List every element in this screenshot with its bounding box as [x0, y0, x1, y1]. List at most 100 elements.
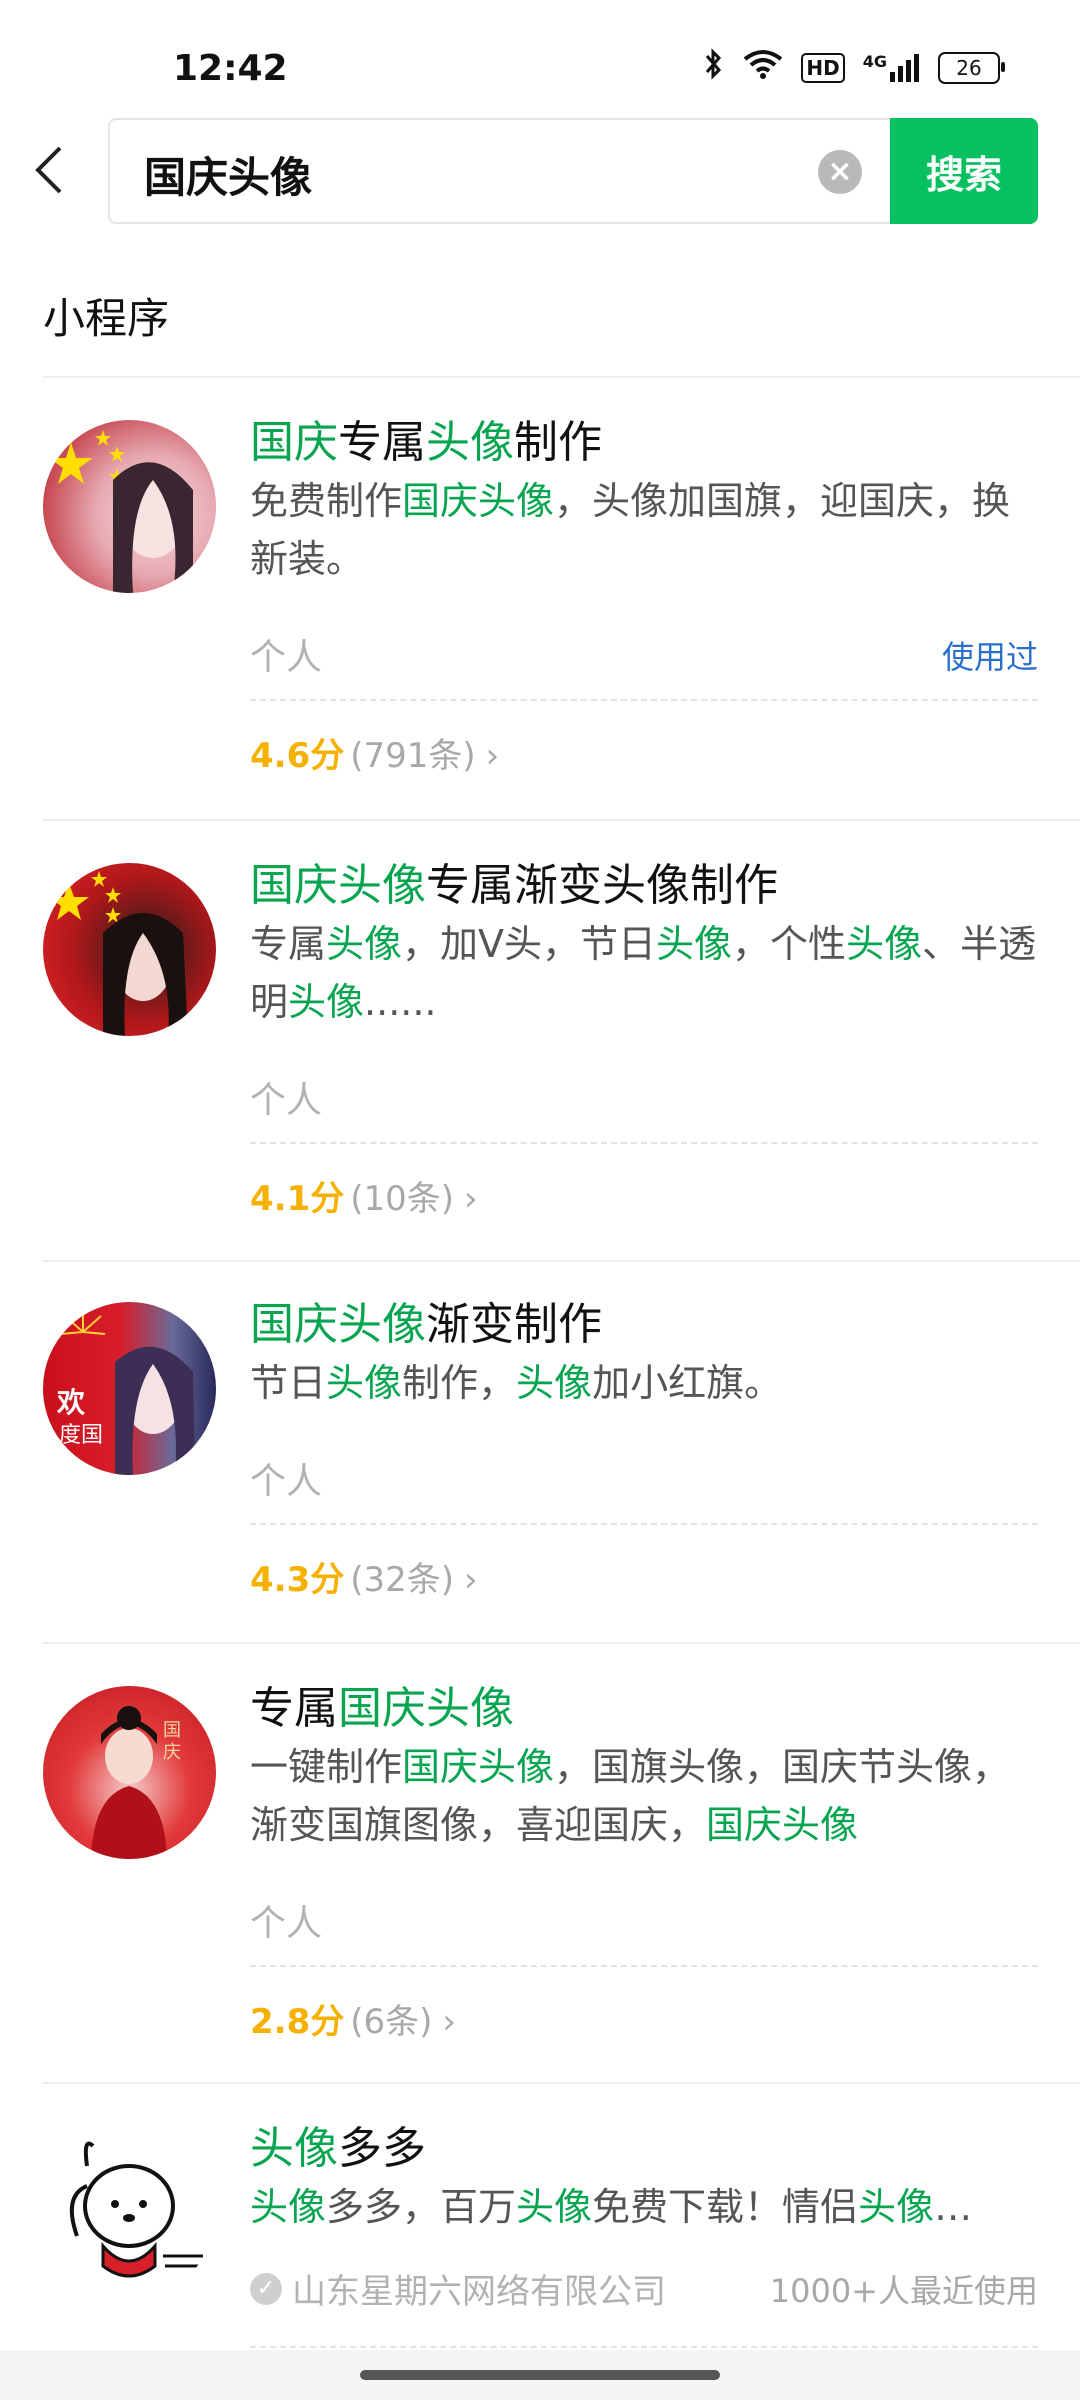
result-desc: 专属头像，加V头，节日头像，个性头像、半透明头像...... — [250, 915, 1040, 1031]
title-part: 国庆头像 — [338, 1683, 514, 1734]
search-input[interactable]: 国庆头像 × — [108, 118, 890, 224]
title-part: 国庆 — [250, 417, 338, 468]
back-icon[interactable] — [30, 140, 80, 200]
rating-count: (791条) — [350, 736, 476, 776]
desc-part: 专属 — [250, 922, 327, 966]
signal-icon: 4G — [862, 51, 920, 82]
company-info: ✓ 山东星期六网络有限公司 — [250, 2264, 666, 2313]
desc-part: 国庆头像 — [402, 479, 555, 523]
result-item[interactable]: 国庆专属头像制作 免费制作国庆头像，头像加国旗，迎国庆，换新装。 个人 使用过 … — [0, 378, 1080, 818]
chevron-right-icon: › — [442, 2002, 457, 2042]
result-type: 个人 — [250, 637, 323, 678]
result-item[interactable]: 国 庆 专属国庆头像 一键制作国庆头像，国旗头像，国庆节头像，渐变国旗图像，喜迎… — [0, 1644, 1080, 2084]
title-part: 专属 — [338, 417, 426, 468]
title-part: 渐变制作 — [426, 1299, 602, 1350]
avatar: 国 庆 — [43, 1686, 216, 1859]
desc-part: 头像 — [846, 922, 923, 966]
desc-part: 一键制作 — [250, 1745, 403, 1789]
title-part: 头像 — [250, 2123, 338, 2174]
status-bar: 12:42 HD 4G 26 — [0, 0, 1080, 110]
search-query[interactable]: 国庆头像 — [144, 144, 312, 205]
result-title: 专属国庆头像 — [250, 1672, 514, 1736]
rating-score: 2.8分 — [250, 2002, 345, 2042]
title-part: 国庆头像 — [250, 860, 426, 911]
rating-score: 4.1分 — [250, 1179, 345, 1219]
svg-text:度国: 度国 — [59, 1423, 103, 1448]
result-item[interactable]: 欢 度国 国庆头像渐变制作 节日头像制作，头像加小红旗。 个人 4.3分 (32条… — [0, 1262, 1080, 1642]
result-desc: 一键制作国庆头像，国旗头像，国庆节头像，渐变国旗图像，喜迎国庆，国庆头像 — [250, 1738, 1040, 1854]
status-icons: HD 4G 26 — [703, 48, 1005, 87]
wifi-icon — [743, 49, 783, 86]
chevron-right-icon: › — [485, 736, 500, 776]
svg-text:庆: 庆 — [163, 1742, 181, 1763]
title-part: 多多 — [338, 2123, 426, 2174]
desc-part: ，加V头，节日 — [402, 922, 657, 966]
svg-text:国: 国 — [163, 1720, 181, 1741]
rating-score: 4.3分 — [250, 1560, 345, 1600]
rating-count: (6条) — [350, 2002, 433, 2042]
rating-link[interactable]: 2.8分 (6条) › — [250, 1994, 456, 2043]
section-title: 小程序 — [43, 294, 170, 343]
dashed-divider — [250, 699, 1038, 701]
desc-part: 免费下载！情侣 — [592, 2185, 859, 2229]
result-type: 个人 — [250, 1080, 323, 1121]
dashed-divider — [250, 1965, 1038, 1967]
result-type: 个人 — [250, 1461, 323, 1502]
desc-part: 头像 — [656, 922, 733, 966]
battery-icon: 26 — [938, 51, 1005, 84]
result-item[interactable]: 国庆头像专属渐变头像制作 专属头像，加V头，节日头像，个性头像、半透明头像...… — [0, 821, 1080, 1261]
recent-usage: 1000+人最近使用 — [769, 2272, 1038, 2310]
clear-icon[interactable]: × — [818, 150, 862, 194]
desc-part: 加小红旗。 — [592, 1361, 783, 1405]
desc-part: 头像 — [250, 2185, 327, 2229]
avatar — [43, 420, 216, 593]
bluetooth-icon — [703, 48, 725, 87]
title-part: 专属 — [250, 1683, 338, 1734]
hd-icon: HD — [801, 52, 845, 83]
svg-text:欢: 欢 — [56, 1386, 86, 1419]
desc-part: 节日 — [250, 1361, 327, 1405]
desc-part: ，个性 — [732, 922, 847, 966]
verified-icon: ✓ — [250, 2272, 282, 2305]
desc-part: ...... — [364, 980, 437, 1024]
desc-part: 头像 — [516, 1361, 593, 1405]
search-button[interactable]: 搜索 — [890, 118, 1038, 224]
title-part: 头像 — [426, 417, 514, 468]
result-title: 头像多多 — [250, 2112, 426, 2176]
rating-link[interactable]: 4.1分 (10条) › — [250, 1171, 478, 1220]
rating-count: (32条) — [350, 1560, 455, 1600]
dashed-divider — [250, 2346, 1038, 2348]
result-type: 个人 — [250, 1903, 323, 1944]
desc-part: 免费制作 — [250, 479, 403, 523]
result-desc: 免费制作国庆头像，头像加国旗，迎国庆，换新装。 — [250, 472, 1040, 588]
desc-part: 头像 — [858, 2185, 935, 2229]
desc-part: 多多，百万 — [326, 2185, 517, 2229]
result-title: 国庆专属头像制作 — [250, 406, 602, 470]
title-part: 制作 — [514, 417, 602, 468]
rating-count: (10条) — [350, 1179, 455, 1219]
result-desc: 节日头像制作，头像加小红旗。 — [250, 1354, 1040, 1412]
desc-part: 制作， — [402, 1361, 517, 1405]
company-name: 山东星期六网络有限公司 — [292, 2272, 666, 2312]
desc-part: 头像 — [326, 922, 403, 966]
desc-part: 头像 — [516, 2185, 593, 2229]
home-indicator[interactable] — [360, 2370, 720, 2380]
dashed-divider — [250, 1142, 1038, 1144]
rating-link[interactable]: 4.3分 (32条) › — [250, 1552, 478, 1601]
desc-part: 国庆头像 — [402, 1745, 555, 1789]
title-part: 专属渐变头像制作 — [426, 860, 778, 911]
signal-label: 4G — [862, 51, 887, 71]
used-badge: 使用过 — [941, 638, 1038, 676]
result-desc: 头像多多，百万头像免费下载！情侣头像… — [250, 2178, 1040, 2236]
avatar — [43, 2126, 216, 2299]
result-title: 国庆头像渐变制作 — [250, 1288, 602, 1352]
rating-link[interactable]: 4.6分 (791条) › — [250, 728, 499, 777]
desc-part: 国庆头像 — [706, 1803, 859, 1847]
desc-part: 头像 — [288, 980, 365, 1024]
desc-part: 头像 — [326, 1361, 403, 1405]
title-part: 国庆头像 — [250, 1299, 426, 1350]
result-title: 国庆头像专属渐变头像制作 — [250, 849, 778, 913]
avatar — [43, 863, 216, 1036]
desc-part: … — [934, 2185, 973, 2229]
status-time: 12:42 — [173, 48, 288, 89]
